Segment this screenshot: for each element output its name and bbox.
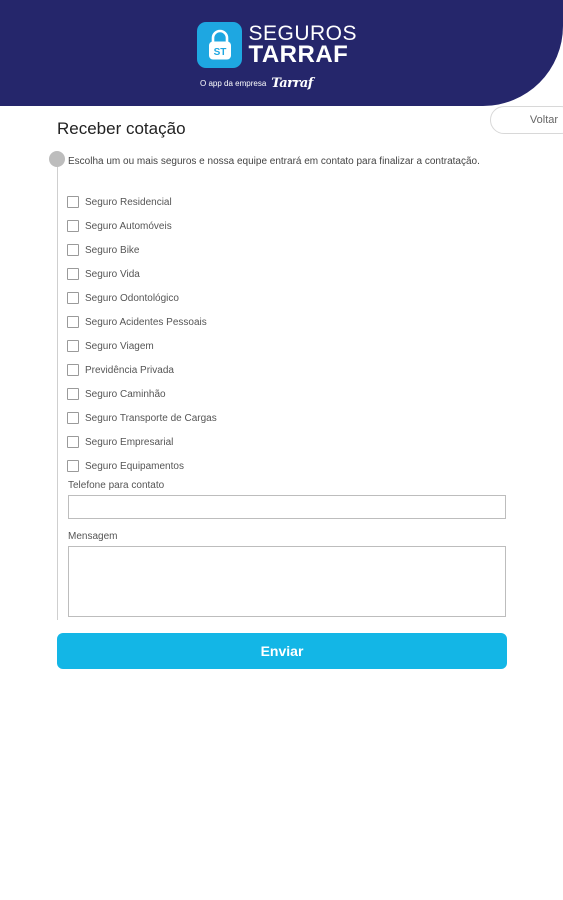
checkbox[interactable] [67, 220, 79, 232]
option-seguro-acidentes-pessoais[interactable]: Seguro Acidentes Pessoais [67, 310, 367, 334]
option-label: Seguro Equipamentos [85, 460, 184, 472]
padlock-icon: ST [208, 29, 231, 60]
timeline-dot [49, 151, 65, 167]
option-seguro-equipamentos[interactable]: Seguro Equipamentos [67, 454, 367, 478]
logo-line-tarraf: TARRAF [248, 41, 349, 68]
option-seguro-transporte-de-cargas[interactable]: Seguro Transporte de Cargas [67, 406, 367, 430]
checkbox[interactable] [67, 460, 79, 472]
tagline: O app da empresa Tarraf [200, 75, 313, 91]
option-seguro-caminhao[interactable]: Seguro Caminhão [67, 382, 367, 406]
lock-shield-icon: ST [197, 22, 243, 68]
phone-input[interactable] [68, 495, 506, 519]
option-label: Seguro Empresarial [85, 436, 174, 448]
option-seguro-viagem[interactable]: Seguro Viagem [67, 334, 367, 358]
option-label: Seguro Residencial [85, 196, 172, 208]
checkbox[interactable] [67, 244, 79, 256]
submit-button[interactable]: Enviar [57, 633, 507, 669]
message-field-label: Mensagem [68, 531, 118, 542]
page-title: Receber cotação [57, 119, 186, 138]
logo-wordmark: SEGUROS TARRAF [248, 23, 357, 67]
option-label: Previdência Privada [85, 364, 174, 376]
option-label: Seguro Caminhão [85, 388, 166, 400]
option-seguro-bike[interactable]: Seguro Bike [67, 238, 367, 262]
option-label: Seguro Vida [85, 268, 140, 280]
option-seguro-residencial[interactable]: Seguro Residencial [67, 190, 367, 214]
checkbox[interactable] [67, 340, 79, 352]
phone-field-label: Telefone para contato [68, 480, 165, 491]
option-label: Seguro Automóveis [85, 220, 172, 232]
back-button[interactable]: Voltar [490, 106, 563, 134]
company-logo: Tarraf [271, 75, 313, 91]
intro-text: Escolha um ou mais seguros e nossa equip… [68, 156, 480, 167]
checkbox[interactable] [67, 364, 79, 376]
checkbox[interactable] [67, 196, 79, 208]
checkbox[interactable] [67, 436, 79, 448]
checkbox[interactable] [67, 388, 79, 400]
app-logo: ST SEGUROS TARRAF [197, 20, 357, 70]
option-label: Seguro Transporte de Cargas [85, 412, 217, 424]
app-header: ST SEGUROS TARRAF O app da empresa Tarra… [0, 0, 563, 106]
checkbox[interactable] [67, 292, 79, 304]
tagline-text: O app da empresa [200, 78, 267, 88]
option-label: Seguro Acidentes Pessoais [85, 316, 207, 328]
option-label: Seguro Odontológico [85, 292, 179, 304]
option-label: Seguro Viagem [85, 340, 154, 352]
option-seguro-automoveis[interactable]: Seguro Automóveis [67, 214, 367, 238]
option-seguro-odontologico[interactable]: Seguro Odontológico [67, 286, 367, 310]
option-label: Seguro Bike [85, 244, 140, 256]
checkbox[interactable] [67, 412, 79, 424]
timeline-line [57, 160, 58, 620]
logo-icon-letters: ST [213, 47, 226, 58]
option-seguro-vida[interactable]: Seguro Vida [67, 262, 367, 286]
checkbox[interactable] [67, 268, 79, 280]
option-previdencia-privada[interactable]: Previdência Privada [67, 358, 367, 382]
insurance-options-list: Seguro Residencial Seguro Automóveis Seg… [67, 190, 367, 478]
message-textarea[interactable] [68, 546, 506, 617]
checkbox[interactable] [67, 316, 79, 328]
option-seguro-empresarial[interactable]: Seguro Empresarial [67, 430, 367, 454]
